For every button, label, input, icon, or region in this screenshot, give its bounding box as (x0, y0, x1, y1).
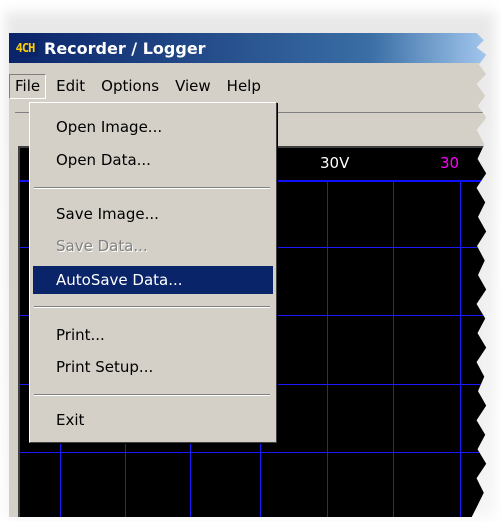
channel-1-scale: 30V (320, 154, 350, 172)
grid-line-v (460, 182, 461, 517)
menu-print-setup-label: Print Setup... (56, 358, 154, 376)
app-icon[interactable]: 4CH (12, 39, 38, 57)
menu-print-label: Print... (56, 326, 105, 344)
menu-save-image-label: Save Image... (56, 205, 159, 223)
menu-autosave-data[interactable]: AutoSave Data... (33, 266, 273, 294)
menu-options[interactable]: Options (95, 74, 165, 99)
menu-edit[interactable]: Edit (50, 74, 91, 99)
menu-save-data: Save Data... (33, 232, 273, 260)
window-title: Recorder / Logger (44, 38, 206, 58)
menu-view[interactable]: View (169, 74, 217, 99)
menu-open-data-label: Open Data... (56, 151, 151, 169)
grid-line-v (327, 182, 328, 517)
file-menu-dropdown: Open Image... Open Data... Save Image...… (29, 102, 277, 443)
menu-separator (34, 187, 270, 189)
menu-exit[interactable]: Exit (33, 406, 273, 434)
menu-bar: File Edit Options View Help (9, 72, 486, 100)
menu-exit-label: Exit (56, 411, 85, 429)
menu-help[interactable]: Help (221, 74, 267, 99)
menu-open-image[interactable]: Open Image... (33, 113, 273, 141)
menu-print[interactable]: Print... (33, 321, 273, 349)
grid-line-h (20, 452, 487, 453)
menu-open-image-label: Open Image... (56, 118, 163, 136)
menu-print-setup[interactable]: Print Setup... (33, 353, 273, 381)
menu-separator (34, 306, 270, 308)
channel-2-scale: 30 (440, 154, 460, 172)
menu-separator (34, 394, 270, 396)
menu-save-image[interactable]: Save Image... (33, 200, 273, 228)
menu-autosave-data-label: AutoSave Data... (56, 271, 183, 289)
grid-line-v (393, 182, 394, 517)
menu-file[interactable]: File (9, 73, 47, 99)
menu-save-data-label: Save Data... (56, 237, 148, 255)
title-bar: 4CH Recorder / Logger (9, 33, 487, 63)
menu-open-data[interactable]: Open Data... (33, 146, 273, 174)
